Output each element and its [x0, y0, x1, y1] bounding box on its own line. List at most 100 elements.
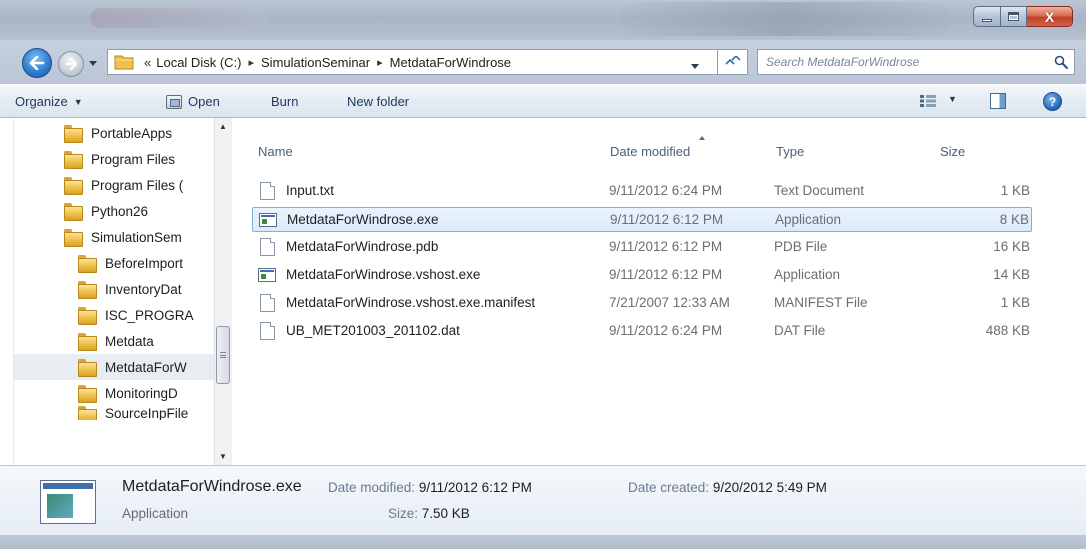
refresh-button[interactable]	[718, 49, 748, 75]
open-button[interactable]: Open	[166, 85, 220, 118]
file-size: 1 KB	[1000, 295, 1030, 310]
window-border	[0, 118, 14, 465]
breadcrumb-metdata-for-windrose[interactable]: MetdataForWindrose	[390, 55, 511, 70]
explorer-window: X « Local Disk (C:) ▸ SimulationSeminar …	[0, 0, 1086, 549]
file-list: Name Date modified Type Size Input.txt 9…	[232, 118, 1086, 465]
breadcrumb-simulation-seminar[interactable]: SimulationSeminar	[261, 55, 370, 70]
address-bar[interactable]: « Local Disk (C:) ▸ SimulationSeminar ▸ …	[107, 49, 718, 75]
folder-icon	[64, 125, 83, 143]
column-header-date-modified[interactable]: Date modified	[610, 144, 690, 159]
nav-item[interactable]: Program Files	[64, 146, 230, 172]
nav-item[interactable]: Python26	[64, 198, 230, 224]
nav-item-label: Program Files	[91, 151, 176, 167]
nav-item[interactable]: SimulationSem	[64, 224, 230, 250]
window-controls: X	[973, 6, 1073, 27]
navigation-bar: « Local Disk (C:) ▸ SimulationSeminar ▸ …	[0, 40, 1086, 84]
file-size: 16 KB	[993, 239, 1030, 254]
title-bar[interactable]: X	[0, 0, 1086, 40]
application-icon	[258, 268, 276, 282]
folder-icon	[64, 229, 83, 247]
file-row[interactable]: Input.txt 9/11/2012 6:24 PM Text Documen…	[252, 179, 1032, 204]
nav-pane-scrollbar[interactable]: ▲ ▼	[214, 118, 230, 465]
file-name: MetdataForWindrose.vshost.exe	[286, 267, 481, 282]
scroll-down-arrow-icon[interactable]: ▼	[215, 448, 230, 465]
column-header-size[interactable]: Size	[940, 144, 965, 159]
file-row[interactable]: MetdataForWindrose.vshost.exe.manifest 7…	[252, 291, 1032, 316]
file-type: MANIFEST File	[774, 295, 868, 310]
sort-up-icon	[699, 136, 705, 140]
file-name: Input.txt	[286, 183, 335, 198]
chevron-down-icon	[691, 64, 699, 69]
nav-item[interactable]: MonitoringD	[78, 380, 230, 406]
back-button[interactable]	[22, 48, 52, 78]
nav-item[interactable]: Metdata	[78, 328, 230, 354]
breadcrumb-local-disk[interactable]: Local Disk (C:)	[156, 55, 241, 70]
views-icon[interactable]	[920, 95, 936, 107]
file-row[interactable]: UB_MET201003_201102.dat 9/11/2012 6:24 P…	[252, 319, 1032, 344]
nav-item-label: ISC_PROGRA	[105, 307, 194, 323]
file-type: DAT File	[774, 323, 826, 338]
nav-item-label: Program Files (	[91, 177, 184, 193]
open-label: Open	[188, 94, 220, 109]
address-history-dropdown[interactable]	[691, 57, 699, 72]
nav-item[interactable]: SourceInpFile	[78, 406, 230, 420]
breadcrumb-overflow[interactable]: «	[144, 55, 151, 70]
scroll-up-arrow-icon[interactable]: ▲	[215, 118, 230, 135]
details-date-created: Date created: 9/20/2012 5:49 PM	[628, 480, 827, 495]
nav-item[interactable]: BeforeImport	[78, 250, 230, 276]
views-dropdown-icon[interactable]: ▼	[948, 94, 957, 104]
minimize-button[interactable]	[973, 6, 1001, 27]
preview-pane-icon[interactable]	[990, 93, 1006, 109]
close-button[interactable]: X	[1027, 6, 1073, 27]
file-icon	[260, 322, 275, 340]
minimize-icon	[982, 19, 992, 22]
breadcrumb-separator[interactable]: ▸	[248, 56, 254, 69]
search-box[interactable]	[757, 49, 1075, 75]
search-input[interactable]	[766, 55, 1036, 69]
breadcrumb-separator[interactable]: ▸	[377, 56, 383, 69]
file-date: 7/21/2007 12:33 AM	[609, 295, 730, 310]
nav-item[interactable]: PortableApps	[64, 120, 230, 146]
nav-item-label: Metdata	[105, 333, 154, 349]
nav-item-label: SimulationSem	[91, 229, 182, 245]
forward-button[interactable]	[58, 51, 84, 77]
organize-button[interactable]: Organize ▼	[15, 85, 83, 118]
details-date-created-value: 9/20/2012 5:49 PM	[712, 480, 827, 495]
burn-label: Burn	[271, 94, 299, 109]
command-bar: Organize ▼ Open Burn New folder ▼ ?	[0, 84, 1086, 118]
nav-item[interactable]: ISC_PROGRA	[78, 302, 230, 328]
details-file-name: MetdataForWindrose.exe	[122, 478, 302, 495]
nav-item-label: Python26	[91, 203, 149, 219]
new-folder-button[interactable]: New folder	[347, 85, 409, 118]
arrow-left-icon	[29, 56, 45, 70]
file-row-selected[interactable]: MetdataForWindrose.exe 9/11/2012 6:12 PM…	[252, 207, 1032, 232]
chevron-down-icon: ▼	[73, 96, 83, 107]
file-date: 9/11/2012 6:12 PM	[609, 267, 723, 282]
file-row[interactable]: MetdataForWindrose.pdb 9/11/2012 6:12 PM…	[252, 235, 1032, 260]
new-folder-label: New folder	[347, 94, 410, 109]
file-name: MetdataForWindrose.pdb	[286, 239, 439, 254]
file-size: 8 KB	[999, 212, 1029, 227]
details-date-modified: Date modified: 9/11/2012 6:12 PM	[328, 480, 532, 495]
folder-icon	[114, 55, 134, 70]
maximize-button[interactable]	[1001, 6, 1027, 27]
nav-item-label: SourceInpFile	[105, 406, 189, 420]
close-icon: X	[1044, 8, 1055, 25]
details-size-label: Size:	[388, 506, 419, 521]
nav-item[interactable]: Program Files (	[64, 172, 230, 198]
column-header-name[interactable]: Name	[258, 144, 293, 159]
file-icon	[260, 294, 275, 312]
recent-pages-dropdown[interactable]	[88, 58, 98, 68]
file-name: MetdataForWindrose.exe	[287, 212, 439, 227]
burn-button[interactable]: Burn	[271, 85, 298, 118]
column-header-type[interactable]: Type	[776, 144, 804, 159]
details-date-modified-label: Date modified:	[328, 480, 416, 495]
help-icon[interactable]: ?	[1043, 92, 1062, 111]
scroll-thumb[interactable]	[216, 326, 230, 384]
file-row[interactable]: MetdataForWindrose.vshost.exe 9/11/2012 …	[252, 263, 1032, 288]
file-size: 488 KB	[985, 323, 1030, 338]
grip-icon	[220, 352, 226, 358]
details-size: Size: 7.50 KB	[388, 506, 470, 521]
nav-item-selected[interactable]: MetdataForW	[14, 354, 214, 380]
nav-item[interactable]: InventoryDat	[78, 276, 230, 302]
